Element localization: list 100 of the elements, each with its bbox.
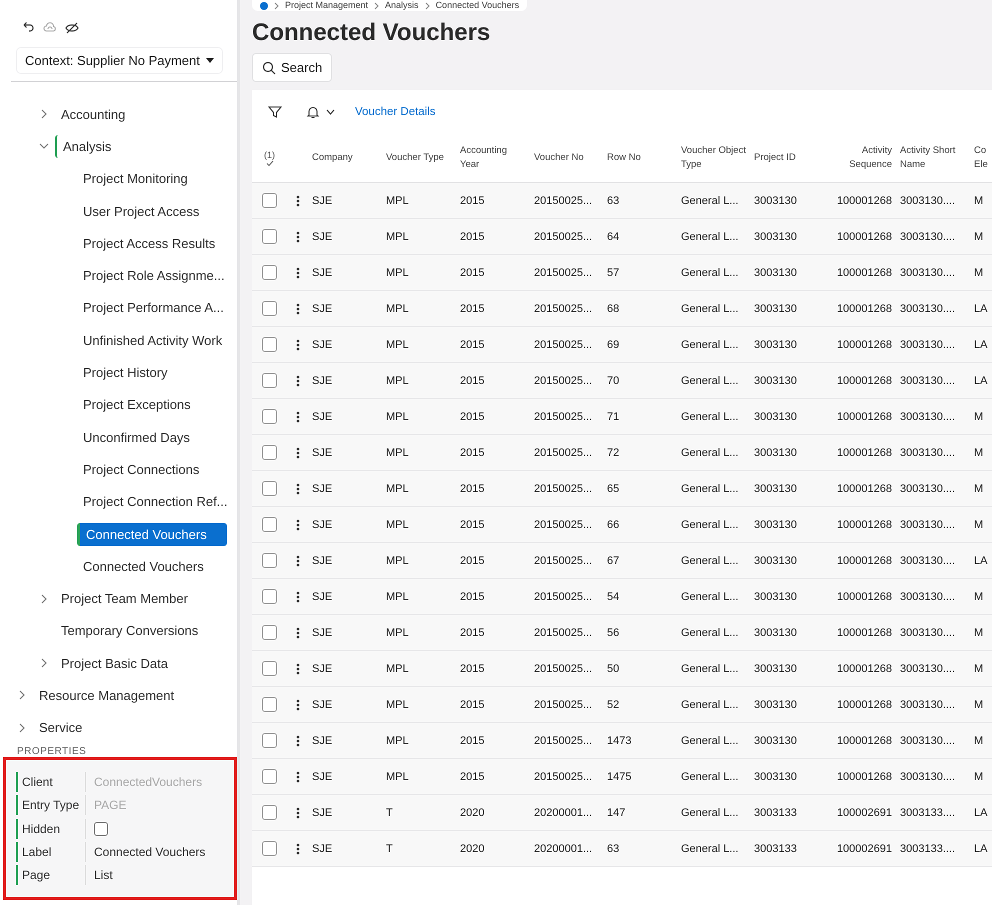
row-checkbox[interactable] — [262, 769, 277, 784]
filter-icon[interactable] — [268, 105, 282, 119]
chevron-down-icon[interactable] — [39, 141, 49, 152]
row-checkbox[interactable] — [262, 553, 277, 568]
column-header[interactable]: Company — [308, 151, 382, 165]
more-icon[interactable] — [296, 806, 300, 818]
row-checkbox[interactable] — [262, 229, 277, 244]
row-checkbox[interactable] — [262, 337, 277, 352]
more-icon[interactable] — [296, 338, 300, 350]
more-icon[interactable] — [296, 266, 300, 278]
row-checkbox[interactable] — [262, 373, 277, 388]
search-icon — [262, 60, 276, 74]
table-cell-text: MPL — [385, 374, 410, 386]
row-checkbox[interactable] — [262, 409, 277, 424]
row-checkbox[interactable] — [262, 193, 277, 208]
column-header[interactable]: Voucher No — [530, 151, 603, 165]
nav-item[interactable]: Resource Management — [33, 684, 180, 707]
nav-item[interactable]: Unfinished Activity Work — [77, 328, 228, 352]
nav-item[interactable]: Project Team Member — [55, 587, 194, 610]
more-icon[interactable] — [296, 662, 300, 674]
more-icon[interactable] — [296, 626, 300, 638]
nav-item[interactable]: Project Connections — [77, 458, 206, 481]
table-cell-text: M — [973, 410, 984, 422]
table-cell-text: M — [973, 266, 984, 278]
nav-item[interactable]: Project Exceptions — [77, 393, 197, 416]
table-cell-text: SJE — [311, 770, 334, 782]
table-cell-text: T — [385, 806, 394, 818]
nav-item[interactable]: Unconfirmed Days — [77, 426, 196, 449]
more-icon[interactable] — [296, 230, 300, 242]
table-cell-text: LA — [973, 374, 988, 386]
table-cell-text: 3003130.... — [899, 446, 956, 458]
nav-item[interactable]: Project History — [77, 361, 174, 384]
breadcrumb-link[interactable]: Connected Vouchers — [436, 1, 520, 10]
more-icon[interactable] — [296, 374, 300, 386]
nav-item[interactable]: Connected Vouchers — [77, 522, 227, 546]
row-checkbox[interactable] — [262, 733, 277, 748]
checkbox[interactable] — [94, 822, 108, 836]
more-icon[interactable] — [296, 446, 300, 458]
column-header[interactable]: Activity Short Name — [896, 144, 970, 172]
table-cell-text: 71 — [606, 410, 620, 422]
column-header[interactable]: Row No — [603, 151, 677, 165]
column-header[interactable]: Accounting Year — [456, 144, 530, 172]
row-checkbox[interactable] — [262, 481, 277, 496]
row-checkbox[interactable] — [262, 265, 277, 280]
row-checkbox[interactable] — [262, 841, 277, 856]
row-checkbox[interactable] — [262, 301, 277, 316]
table-cell-text: 100001268 — [836, 194, 893, 206]
row-checkbox[interactable] — [262, 589, 277, 604]
voucher-details-link[interactable]: Voucher Details — [345, 102, 446, 122]
nav-item[interactable]: Temporary Conversions — [55, 619, 204, 642]
chevron-right-icon[interactable] — [39, 109, 49, 120]
context-dropdown[interactable]: Context: Supplier No Payment — [17, 48, 222, 73]
row-checkbox[interactable] — [262, 805, 277, 820]
chevron-right-icon[interactable] — [17, 722, 27, 733]
more-icon[interactable] — [296, 770, 300, 782]
nav-item[interactable]: Project Performance A... — [77, 296, 230, 320]
column-header[interactable]: Voucher Object Type — [677, 144, 750, 172]
more-icon[interactable] — [296, 590, 300, 602]
row-checkbox[interactable] — [262, 661, 277, 676]
nav-item[interactable]: Service — [33, 716, 88, 740]
nav-item[interactable]: Project Access Results — [77, 232, 222, 255]
column-header[interactable]: Co Ele — [970, 144, 992, 172]
nav-item[interactable]: User Project Access — [77, 200, 206, 223]
column-header[interactable]: Voucher Type — [382, 151, 456, 165]
more-icon[interactable] — [296, 734, 300, 746]
nav-item[interactable]: Analysis — [55, 134, 118, 158]
nav-item[interactable]: Accounting — [55, 102, 132, 126]
table-cell-text: SJE — [311, 698, 334, 710]
more-icon[interactable] — [296, 410, 300, 422]
check-icon[interactable] — [266, 160, 274, 166]
table-cell-text: MPL — [385, 194, 410, 206]
table-cell-text: General L... — [680, 194, 740, 206]
eye-off-icon[interactable] — [65, 21, 79, 35]
row-checkbox[interactable] — [262, 697, 277, 712]
more-icon[interactable] — [296, 518, 300, 530]
row-checkbox[interactable] — [262, 625, 277, 640]
search-button[interactable]: Search — [252, 53, 332, 82]
chevron-right-icon[interactable] — [39, 658, 49, 668]
nav-item[interactable]: Project Connection Ref... — [77, 490, 234, 514]
breadcrumb-link[interactable]: Analysis — [385, 1, 419, 10]
more-icon[interactable] — [296, 482, 300, 494]
more-icon[interactable] — [296, 302, 300, 314]
row-checkbox[interactable] — [262, 445, 277, 460]
more-icon[interactable] — [296, 698, 300, 710]
nav-item[interactable]: Project Role Assignme... — [77, 264, 231, 288]
more-icon[interactable] — [296, 842, 300, 854]
more-icon[interactable] — [296, 194, 300, 206]
home-icon[interactable] — [260, 2, 268, 10]
breadcrumb-link[interactable]: Project Management — [285, 1, 368, 10]
nav-item[interactable]: Project Basic Data — [55, 652, 174, 675]
table-cell-text: General L... — [680, 734, 740, 746]
column-header[interactable]: Activity Sequence — [824, 144, 896, 172]
column-header[interactable]: Project ID — [750, 151, 824, 165]
table-cell-text: SJE — [311, 446, 334, 458]
more-icon[interactable] — [296, 554, 300, 566]
row-checkbox[interactable] — [262, 517, 277, 532]
nav-item[interactable]: Connected Vouchers — [77, 554, 210, 578]
chevron-right-icon[interactable] — [17, 690, 27, 700]
chevron-right-icon[interactable] — [39, 594, 49, 604]
nav-item[interactable]: Project Monitoring — [77, 167, 194, 190]
